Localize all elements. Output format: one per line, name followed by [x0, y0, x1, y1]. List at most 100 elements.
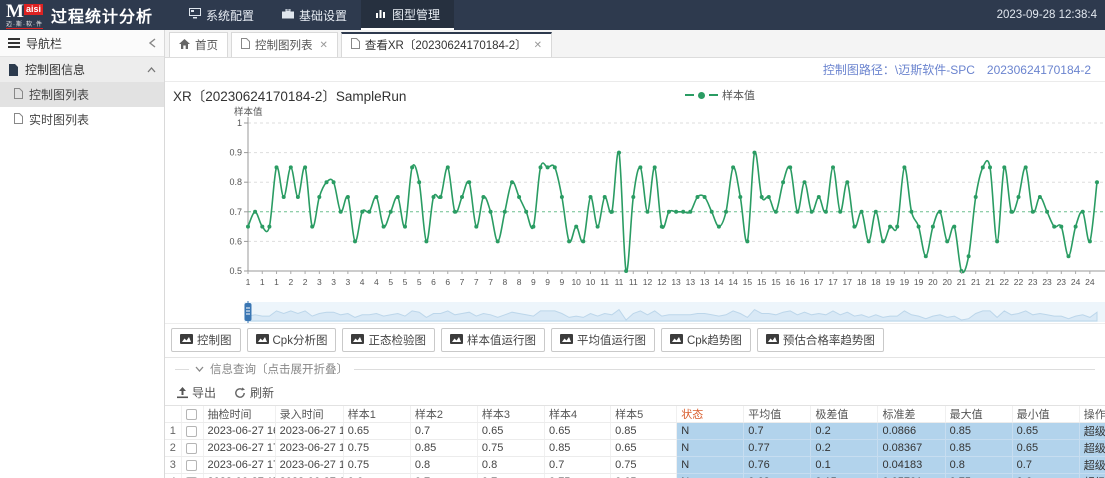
cell-样本5: 0.75 — [611, 457, 677, 474]
hamburger-icon[interactable] — [8, 38, 20, 48]
svg-text:5: 5 — [403, 277, 408, 287]
file-icon — [241, 38, 250, 52]
chart-navigator[interactable] — [165, 301, 1105, 323]
table-row[interactable]: 42023-06-27 17:092023-06-27 17:090.60.70… — [165, 474, 1105, 478]
cell-样本1: 0.75 — [343, 457, 410, 474]
app-title: 过程统计分析 — [51, 3, 153, 27]
export-button[interactable]: 导出 — [177, 384, 216, 401]
svg-text:4: 4 — [360, 277, 365, 287]
chart-button-正态检验图[interactable]: 正态检验图 — [342, 328, 435, 352]
chart-button-label: 预估合格率趋势图 — [783, 332, 875, 348]
svg-text:19: 19 — [914, 277, 924, 287]
control-chart[interactable]: 0.50.60.70.80.91样本值111223334455566777889… — [165, 105, 1105, 301]
cell-录入时间: 2023-06-27 17:09 — [275, 474, 343, 478]
chart-button-控制图[interactable]: 控制图 — [171, 328, 241, 352]
svg-text:12: 12 — [657, 277, 667, 287]
row-checkbox[interactable] — [186, 460, 197, 471]
chart-button-Cpk趋势图[interactable]: Cpk趋势图 — [661, 328, 751, 352]
column-header-极差值: 极差值 — [811, 406, 878, 423]
chevron-down-icon — [195, 366, 204, 372]
menu-item-基础设置[interactable]: 基础设置 — [268, 0, 361, 30]
cell-录入时间: 2023-06-27 16:07 — [275, 423, 343, 440]
data-table-wrap[interactable]: 抽检时间录入时间样本1样本2样本3样本4样本5状态平均值极差值标准差最大值最小值… — [165, 405, 1105, 478]
svg-text:19: 19 — [885, 277, 895, 287]
export-icon — [177, 387, 188, 399]
cell-状态: N — [677, 474, 744, 478]
breadcrumb-row: 控制图路径：\迈斯软件-SPC 20230624170184-2 — [165, 58, 1105, 82]
chart-button-预估合格率趋势图[interactable]: 预估合格率趋势图 — [757, 328, 884, 352]
cell-平均值: 0.68 — [744, 474, 811, 478]
svg-text:15: 15 — [757, 277, 767, 287]
column-header-录入时间: 录入时间 — [275, 406, 343, 423]
file-icon — [14, 113, 23, 127]
sidebar-item-实时图列表[interactable]: 实时图列表 — [0, 107, 164, 132]
select-all-checkbox[interactable] — [186, 409, 197, 420]
chevron-up-icon — [147, 67, 156, 73]
cell-操作人员: 超级管理员 — [1079, 440, 1105, 457]
row-index: 2 — [165, 440, 181, 457]
svg-text:20: 20 — [928, 277, 938, 287]
svg-text:11: 11 — [600, 277, 609, 287]
table-header-row: 抽检时间录入时间样本1样本2样本3样本4样本5状态平均值极差值标准差最大值最小值… — [165, 406, 1105, 423]
chart-button-平均值运行图[interactable]: 平均值运行图 — [551, 328, 655, 352]
cell-操作人员: 超级管理员 — [1079, 474, 1105, 478]
row-index: 1 — [165, 423, 181, 440]
table-row[interactable]: 12023-06-27 16:072023-06-27 16:070.650.7… — [165, 423, 1105, 440]
legend-line-icon — [709, 94, 718, 96]
close-tab-icon[interactable]: ✕ — [320, 40, 328, 51]
svg-text:3: 3 — [331, 277, 336, 287]
tab-控制图列表[interactable]: 控制图列表✕ — [231, 32, 338, 57]
cell-操作人员: 超级管理员 — [1079, 457, 1105, 474]
svg-text:15: 15 — [771, 277, 781, 287]
file-icon — [351, 38, 360, 52]
table-row[interactable]: 32023-06-27 17:092023-06-27 17:090.750.8… — [165, 457, 1105, 474]
collapse-sidebar-icon[interactable] — [149, 38, 156, 48]
chart-button-样本值运行图[interactable]: 样本值运行图 — [441, 328, 545, 352]
cell-平均值: 0.7 — [744, 423, 811, 440]
svg-text:8: 8 — [502, 277, 507, 287]
row-checkbox[interactable] — [186, 443, 197, 454]
menu-item-图型管理[interactable]: 图型管理 — [361, 0, 454, 30]
tab-bar: 首页控制图列表✕查看XR〔20230624170184-2〕✕ — [165, 30, 1105, 58]
cell-最小值: 0.65 — [1012, 440, 1079, 457]
svg-text:13: 13 — [686, 277, 696, 287]
chart-legend[interactable]: 样本值 — [685, 87, 755, 103]
svg-text:12: 12 — [643, 277, 653, 287]
tab-查看XR〔20230624170184-2〕[interactable]: 查看XR〔20230624170184-2〕✕ — [341, 32, 552, 57]
svg-text:7: 7 — [488, 277, 493, 287]
info-query-collapse[interactable]: 信息查询〔点击展开折叠〕 — [165, 358, 1105, 380]
row-index: 3 — [165, 457, 181, 474]
navigator-handle[interactable] — [245, 301, 252, 323]
table-row[interactable]: 22023-06-27 17:082023-06-27 17:080.750.8… — [165, 440, 1105, 457]
cell-抽检时间: 2023-06-27 17:08 — [203, 440, 275, 457]
chart-button-Cpk分析图[interactable]: Cpk分析图 — [247, 328, 337, 352]
tab-首页[interactable]: 首页 — [169, 32, 228, 57]
svg-text:15: 15 — [743, 277, 753, 287]
column-header-标准差: 标准差 — [878, 406, 945, 423]
cell-样本5: 0.65 — [611, 440, 677, 457]
svg-text:3: 3 — [317, 277, 322, 287]
svg-text:2: 2 — [288, 277, 293, 287]
cell-样本1: 0.6 — [343, 474, 410, 478]
sidebar-group-control-chart-info[interactable]: 控制图信息 — [0, 57, 164, 82]
cell-最小值: 0.6 — [1012, 474, 1079, 478]
top-bar: M aisi 迈·斯·软·件 过程统计分析 系统配置基础设置图型管理 2023-… — [0, 0, 1105, 30]
svg-text:13: 13 — [700, 277, 710, 287]
cell-最大值: 0.85 — [945, 423, 1012, 440]
refresh-button[interactable]: 刷新 — [234, 384, 274, 401]
menu-item-系统配置[interactable]: 系统配置 — [175, 0, 268, 30]
table-body: 12023-06-27 16:072023-06-27 16:070.650.7… — [165, 423, 1105, 478]
row-checkbox[interactable] — [186, 426, 197, 437]
column-header-最小值: 最小值 — [1012, 406, 1079, 423]
close-tab-icon[interactable]: ✕ — [534, 40, 542, 51]
svg-text:17: 17 — [814, 277, 824, 287]
sidebar-item-控制图列表[interactable]: 控制图列表 — [0, 82, 164, 107]
cell-样本3: 0.75 — [477, 440, 544, 457]
chart-button-label: 正态检验图 — [368, 332, 426, 348]
chart-button-label: 控制图 — [197, 332, 232, 348]
file-solid-icon — [8, 64, 19, 76]
chart-button-label: 样本值运行图 — [467, 332, 536, 348]
cell-标准差: 0.05701 — [878, 474, 945, 478]
svg-text:14: 14 — [714, 277, 724, 287]
svg-text:21: 21 — [957, 277, 967, 287]
